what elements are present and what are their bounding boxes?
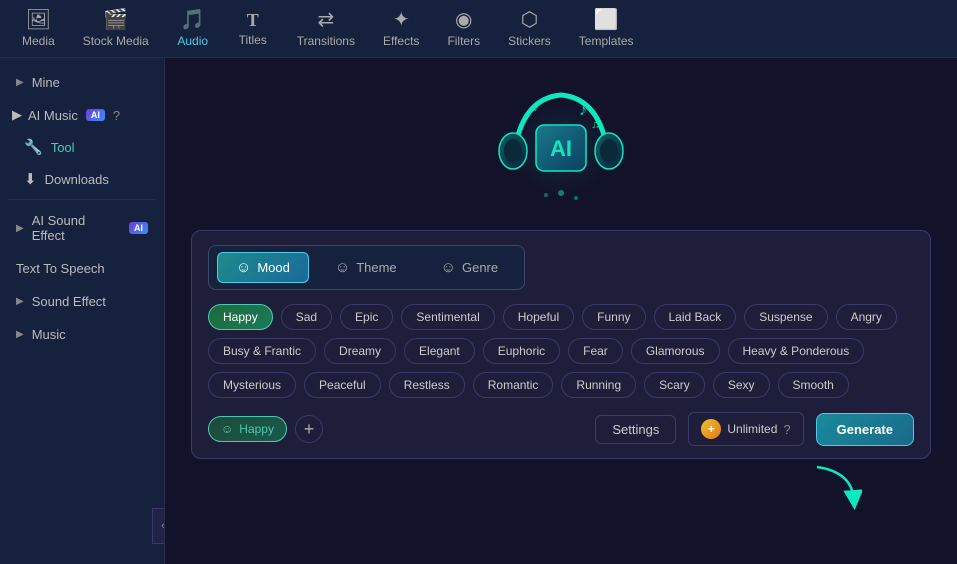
unlimited-button[interactable]: + Unlimited ? [688, 412, 803, 446]
effects-icon: ✦ [393, 10, 410, 30]
mood-tags-row-1: Happy Sad Epic Sentimental Hopeful Funny Laid … [208, 304, 914, 330]
selected-tag-pill-happy[interactable]: ☺ Happy [208, 416, 287, 442]
tab-mood[interactable]: ☺ Mood [217, 252, 309, 283]
main-layout: ▶ Mine ▶ AI Music AI ? 🔧 Tool ⬇ Download… [0, 58, 957, 564]
tab-theme[interactable]: ☺ Theme [317, 253, 415, 282]
sidebar-collapse-button[interactable]: ‹ [152, 508, 165, 544]
mood-tag-dreamy[interactable]: Dreamy [324, 338, 396, 364]
tool-icon: 🔧 [24, 138, 43, 156]
mood-tag-heavy--ponderous[interactable]: Heavy & Ponderous [728, 338, 865, 364]
top-navigation: 🖼 Media 🎬 Stock Media 🎵 Audio T Titles ⇄… [0, 0, 957, 58]
nav-audio[interactable]: 🎵 Audio [163, 4, 223, 54]
mood-tag-scary[interactable]: Scary [644, 372, 705, 398]
content-area: AI ♪ ♫ ♪ ☺ Mood ☺ Theme [165, 58, 957, 564]
mood-tag-mysterious[interactable]: Mysterious [208, 372, 296, 398]
mood-tag-sentimental[interactable]: Sentimental [401, 304, 494, 330]
mood-tag-suspense[interactable]: Suspense [744, 304, 827, 330]
sidebar-divider-1 [8, 199, 156, 200]
mood-tags-row-3: Mysterious Peaceful Restless Romantic Runnin… [208, 372, 914, 398]
nav-titles[interactable]: T Titles [223, 5, 283, 53]
sidebar-item-ai-sound-effect[interactable]: ▶ AI Sound Effect AI [4, 205, 160, 251]
mood-tag-busy--frantic[interactable]: Busy & Frantic [208, 338, 316, 364]
ai-sound-arrow: ▶ [16, 223, 24, 234]
svg-text:AI: AI [550, 136, 572, 161]
nav-media[interactable]: 🖼 Media [8, 4, 69, 54]
svg-text:♪: ♪ [579, 102, 587, 119]
nav-effects[interactable]: ✦ Effects [369, 4, 433, 54]
mood-tag-glamorous[interactable]: Glamorous [631, 338, 720, 364]
downloads-icon: ⬇ [24, 170, 37, 188]
genre-tab-icon: ☺ [441, 259, 456, 276]
nav-templates[interactable]: ⬜ Templates [565, 4, 648, 54]
sound-effect-arrow: ▶ [16, 296, 24, 307]
settings-button[interactable]: Settings [595, 415, 676, 444]
mood-tag-epic[interactable]: Epic [340, 304, 393, 330]
nav-stock-media[interactable]: 🎬 Stock Media [69, 4, 163, 54]
bottom-bar: ☺ Happy + Settings + Unlimited ? Generat… [208, 412, 914, 446]
generate-button[interactable]: Generate [816, 413, 914, 446]
theme-tab-icon: ☺ [335, 259, 350, 276]
music-arrow: ▶ [16, 329, 24, 340]
unlimited-icon: + [701, 419, 721, 439]
sidebar-item-sound-effect[interactable]: ▶ Sound Effect [4, 286, 160, 317]
mood-tab-icon: ☺ [236, 259, 251, 276]
ai-visual: AI ♪ ♫ ♪ [486, 78, 636, 218]
mood-tag-running[interactable]: Running [561, 372, 636, 398]
arrow-indicator [812, 462, 862, 512]
stickers-icon: ⬡ [521, 10, 538, 30]
sidebar: ▶ Mine ▶ AI Music AI ? 🔧 Tool ⬇ Download… [0, 58, 165, 564]
sidebar-item-music[interactable]: ▶ Music [4, 319, 160, 350]
titles-icon: T [247, 11, 259, 29]
stock-media-icon: 🎬 [103, 10, 128, 30]
sidebar-item-ai-music[interactable]: ▶ AI Music AI ? [0, 99, 164, 131]
tabs-row: ☺ Mood ☺ Theme ☺ Genre [208, 245, 525, 290]
right-controls: Settings + Unlimited ? Generate [595, 412, 914, 446]
mood-tag-happy[interactable]: Happy [208, 304, 273, 330]
filters-icon: ◉ [455, 10, 472, 30]
add-tag-button[interactable]: + [295, 415, 323, 443]
nav-transitions[interactable]: ⇄ Transitions [283, 4, 369, 54]
svg-text:♫: ♫ [591, 117, 600, 131]
selected-tag-icon: ☺ [221, 422, 233, 436]
help-icon[interactable]: ? [113, 108, 120, 123]
sidebar-item-downloads[interactable]: ⬇ Downloads [0, 163, 164, 195]
mood-tag-sexy[interactable]: Sexy [713, 372, 770, 398]
mood-tags-area: Happy Sad Epic Sentimental Hopeful Funny Laid … [208, 304, 914, 398]
nav-stickers[interactable]: ⬡ Stickers [494, 4, 565, 54]
ai-badge: AI [86, 109, 105, 121]
mood-tag-hopeful[interactable]: Hopeful [503, 304, 574, 330]
mine-arrow: ▶ [16, 77, 24, 88]
mood-tag-sad[interactable]: Sad [281, 304, 332, 330]
mood-tag-elegant[interactable]: Elegant [404, 338, 475, 364]
ai-sound-badge: AI [129, 222, 148, 234]
transitions-icon: ⇄ [317, 10, 334, 30]
mood-tag-restless[interactable]: Restless [389, 372, 465, 398]
nav-filters[interactable]: ◉ Filters [433, 4, 494, 54]
main-panel: ☺ Mood ☺ Theme ☺ Genre Happy Sad Epic Senti… [191, 230, 931, 459]
ai-music-arrow: ▶ [12, 107, 22, 123]
mood-tag-smooth[interactable]: Smooth [778, 372, 849, 398]
sidebar-item-mine[interactable]: ▶ Mine [4, 67, 160, 98]
audio-icon: 🎵 [180, 10, 205, 30]
mood-tag-angry[interactable]: Angry [836, 304, 897, 330]
templates-icon: ⬜ [594, 10, 619, 30]
mood-tag-laid-back[interactable]: Laid Back [654, 304, 737, 330]
sidebar-item-text-to-speech[interactable]: Text To Speech [4, 253, 160, 284]
selected-tags-row: ☺ Happy + [208, 415, 323, 443]
mood-tag-romantic[interactable]: Romantic [473, 372, 554, 398]
sidebar-item-tool[interactable]: 🔧 Tool [0, 131, 164, 163]
svg-text:♪: ♪ [533, 99, 540, 114]
mood-tag-funny[interactable]: Funny [582, 304, 645, 330]
media-icon: 🖼 [26, 10, 51, 30]
mood-tags-row-2: Busy & Frantic Dreamy Elegant Euphoric Fear G… [208, 338, 914, 364]
unlimited-help-icon: ? [783, 422, 790, 437]
tab-genre[interactable]: ☺ Genre [423, 253, 516, 282]
mood-tag-peaceful[interactable]: Peaceful [304, 372, 381, 398]
mood-tag-fear[interactable]: Fear [568, 338, 623, 364]
mood-tag-euphoric[interactable]: Euphoric [483, 338, 560, 364]
